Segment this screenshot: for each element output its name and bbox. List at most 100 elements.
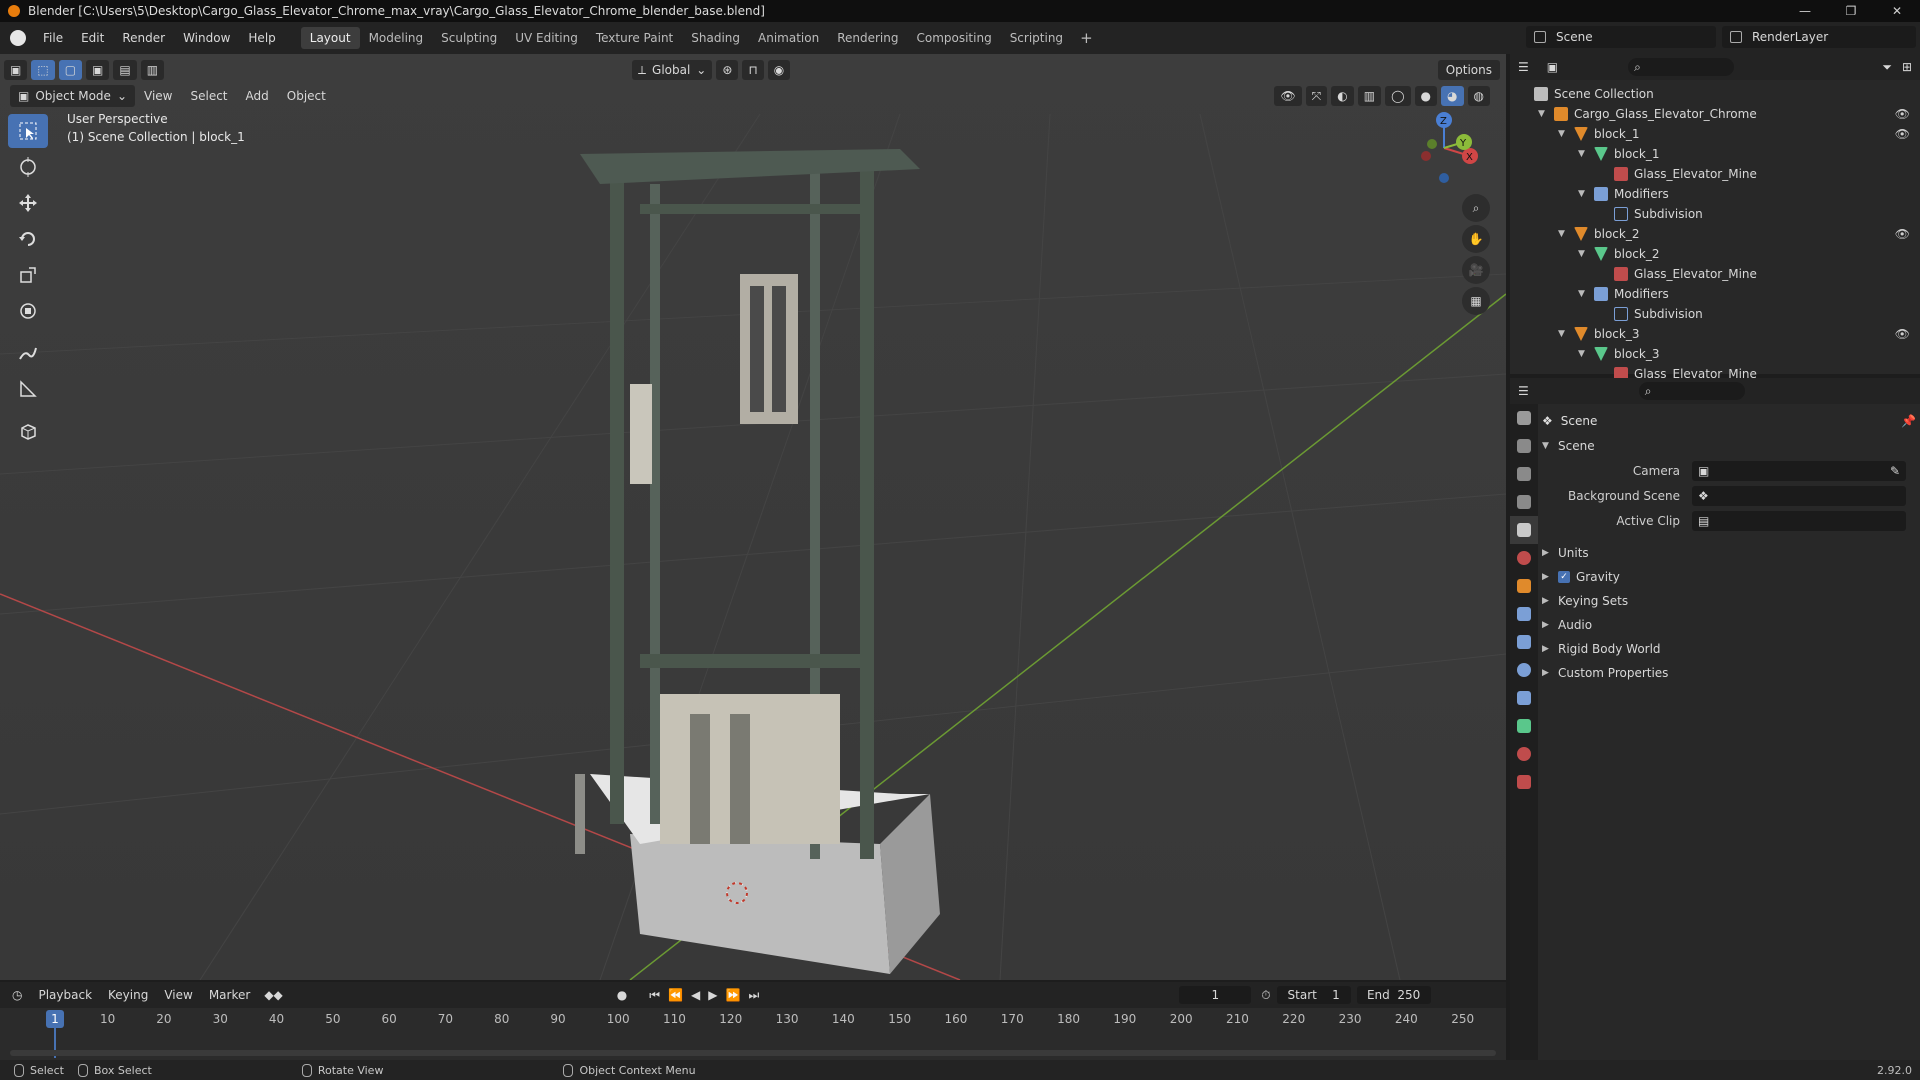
measure-tool[interactable]	[8, 372, 48, 406]
properties-editor-type-icon[interactable]: ☰	[1518, 384, 1529, 398]
jump-start-icon[interactable]: ⏮	[645, 988, 664, 1003]
outliner-editor-type-icon[interactable]: ☰	[1518, 60, 1529, 74]
start-frame-field[interactable]: Start 1	[1276, 986, 1351, 1004]
background-scene-field[interactable]: ❖	[1692, 485, 1906, 506]
tab-object[interactable]	[1510, 572, 1538, 600]
close-button[interactable]: ✕	[1874, 0, 1920, 22]
expand-down-icon[interactable]: ▼	[1558, 329, 1570, 339]
timeline-ruler[interactable]: 10 20 30 40 50 60 70 80 90 100 110 120 130 140 150 160 1…	[0, 1012, 1506, 1034]
scene-panel-header[interactable]: ▼ Scene	[1542, 434, 1916, 458]
visibility-eye-icon[interactable]: 👁	[1895, 327, 1910, 341]
menu-file[interactable]: File	[34, 31, 72, 45]
tab-rendering[interactable]: Rendering	[828, 27, 907, 49]
scene-selector[interactable]: Scene	[1526, 26, 1716, 48]
rigid-body-world-panel-header[interactable]: ▶ Rigid Body World	[1542, 637, 1916, 661]
timeline-scrollbar[interactable]	[10, 1050, 1496, 1056]
outliner-row[interactable]: ▼ block_1	[1510, 144, 1920, 164]
solid-shading-icon[interactable]: ●	[1414, 86, 1438, 106]
stopwatch-icon[interactable]: ⏱	[1261, 988, 1270, 1003]
timeline-editor-type-icon[interactable]: ◷	[12, 988, 22, 1002]
outliner-row[interactable]: ▼ Modifiers	[1510, 284, 1920, 304]
record-icon[interactable]: ●	[613, 988, 631, 1003]
eyedropper-icon[interactable]: ✎	[1890, 464, 1900, 478]
tab-scripting[interactable]: Scripting	[1001, 27, 1072, 49]
tab-animation[interactable]: Animation	[749, 27, 828, 49]
visibility-eye-icon[interactable]: 👁	[1895, 127, 1910, 141]
zoom-icon[interactable]: ⌕	[1462, 194, 1490, 222]
expand-down-icon[interactable]: ▼	[1558, 229, 1570, 239]
tab-physics[interactable]	[1510, 656, 1538, 684]
play-icon[interactable]: ▶	[704, 988, 721, 1003]
expand-down-icon[interactable]: ▼	[1578, 249, 1590, 259]
tab-data[interactable]	[1510, 712, 1538, 740]
tab-tool[interactable]	[1510, 404, 1538, 432]
rotate-tool[interactable]	[8, 222, 48, 256]
tab-modifiers[interactable]	[1510, 600, 1538, 628]
proportional-edit-icon[interactable]: ◉	[767, 60, 791, 80]
outliner-row[interactable]: Subdivision	[1510, 204, 1920, 224]
object-mode-dropdown[interactable]: ▣ Object Mode ⌄	[10, 85, 135, 107]
end-frame-field[interactable]: End 250	[1356, 986, 1431, 1004]
editor-type-icon[interactable]: ▣	[4, 60, 28, 80]
new-collection-icon[interactable]: ⊞	[1902, 60, 1912, 74]
tab-constraints[interactable]	[1510, 684, 1538, 712]
blender-menu-icon[interactable]	[10, 30, 26, 46]
annotate-tool[interactable]	[8, 336, 48, 370]
display-mode-icon[interactable]: ▣	[1547, 60, 1558, 74]
playhead-frame[interactable]: 1	[46, 1010, 64, 1028]
tab-scene[interactable]	[1510, 516, 1538, 544]
outliner-row[interactable]: ▼ block_2 👁	[1510, 224, 1920, 244]
camera-view-icon[interactable]: 🎥	[1462, 256, 1490, 284]
expand-down-icon[interactable]: ▼	[1578, 149, 1590, 159]
add-workspace-button[interactable]: +	[1072, 27, 1101, 49]
scale-tool[interactable]	[8, 258, 48, 292]
outliner-row[interactable]: ▼ block_3 👁	[1510, 324, 1920, 344]
gizmo-toggle-icon[interactable]: ⤧	[1305, 86, 1328, 106]
ortho-grid-icon[interactable]: ▦	[1462, 287, 1490, 315]
menu-select[interactable]: Select	[181, 89, 236, 103]
navigation-gizmo[interactable]: Z X Y	[1404, 108, 1484, 191]
select-tool-icon[interactable]: ⬚	[31, 60, 55, 80]
jump-end-icon[interactable]: ⏭	[744, 988, 763, 1003]
pivot-point-icon[interactable]: ⊛	[716, 60, 739, 80]
menu-keying[interactable]: Keying	[100, 988, 156, 1002]
tab-uv-editing[interactable]: UV Editing	[506, 27, 587, 49]
menu-object[interactable]: Object	[278, 89, 335, 103]
menu-add[interactable]: Add	[237, 89, 278, 103]
expand-down-icon[interactable]: ▼	[1538, 109, 1550, 119]
outliner-row[interactable]: Scene Collection	[1510, 84, 1920, 104]
jump-prev-keyframe-icon[interactable]: ⏪	[664, 988, 687, 1003]
menu-timeline-view[interactable]: View	[156, 988, 200, 1002]
overlay-toggle-icon[interactable]: ◐	[1331, 86, 1354, 106]
tab-render[interactable]	[1510, 432, 1538, 460]
tab-texture[interactable]	[1510, 768, 1538, 796]
tab-shading[interactable]: Shading	[682, 27, 749, 49]
gravity-checkbox[interactable]: ✓	[1558, 571, 1570, 583]
audio-panel-header[interactable]: ▶ Audio	[1542, 613, 1916, 637]
tab-modeling[interactable]: Modeling	[360, 27, 433, 49]
jump-next-keyframe-icon[interactable]: ⏩	[722, 988, 745, 1003]
visibility-eye-icon[interactable]: 👁	[1895, 107, 1910, 121]
tab-material[interactable]	[1510, 740, 1538, 768]
material-shading-icon[interactable]: ◕	[1441, 86, 1464, 106]
snap-icon[interactable]: ⊓	[742, 60, 764, 80]
pin-icon[interactable]: 📌	[1901, 414, 1916, 428]
render-layer-selector[interactable]: RenderLayer	[1722, 26, 1916, 48]
menu-render[interactable]: Render	[113, 31, 174, 45]
outliner-row[interactable]: ▼ Modifiers	[1510, 184, 1920, 204]
menu-help[interactable]: Help	[239, 31, 284, 45]
maximize-button[interactable]: ❐	[1828, 0, 1874, 22]
visibility-eye-icon[interactable]: 👁	[1895, 227, 1910, 241]
outliner-row[interactable]: ▼ block_2	[1510, 244, 1920, 264]
tab-world[interactable]	[1510, 544, 1538, 572]
outliner-row[interactable]: Subdivision	[1510, 304, 1920, 324]
outliner-row[interactable]: Glass_Elevator_Mine	[1510, 164, 1920, 184]
wireframe-shading-icon[interactable]: ◯	[1385, 86, 1411, 106]
outliner-row[interactable]: ▼ block_1 👁	[1510, 124, 1920, 144]
expand-down-icon[interactable]: ▼	[1578, 289, 1590, 299]
outliner-row[interactable]: ▼ block_3	[1510, 344, 1920, 364]
menu-window[interactable]: Window	[174, 31, 239, 45]
select-mode-new-icon[interactable]: ▢	[58, 60, 83, 80]
expand-down-icon[interactable]: ▼	[1578, 349, 1590, 359]
orientation-dropdown[interactable]: ⟂ Global ⌄	[632, 60, 713, 80]
